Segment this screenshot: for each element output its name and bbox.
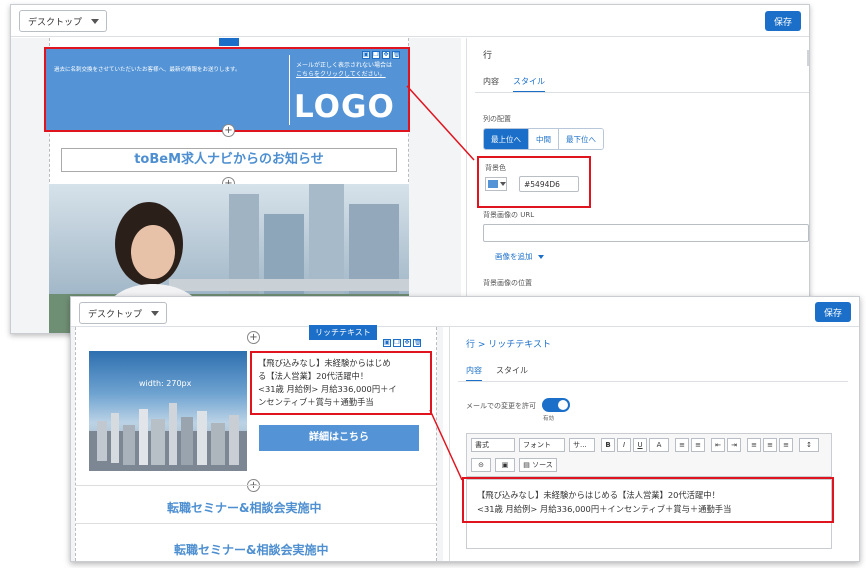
connector-lines-front bbox=[429, 409, 463, 481]
